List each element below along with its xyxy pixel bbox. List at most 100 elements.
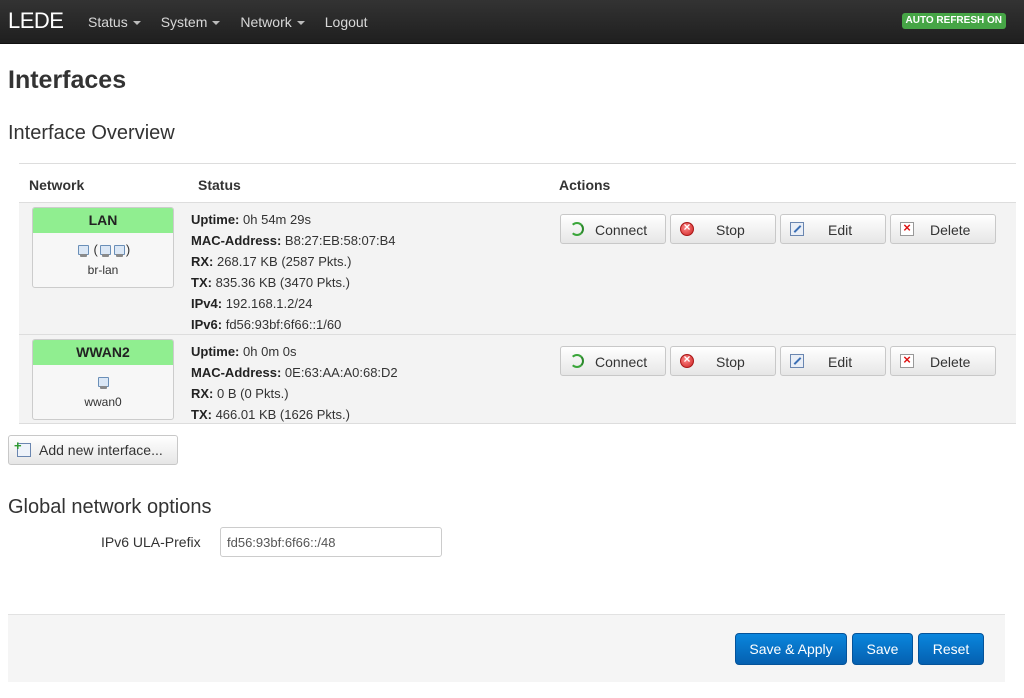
status-label: TX:	[191, 407, 212, 422]
status-value: 268.17 KB (2587 Pkts.)	[217, 254, 352, 269]
status-value: 0h 0m 0s	[243, 344, 297, 359]
row-actions: Connect Stop Edit Delete	[560, 346, 1000, 376]
status-line: TX: 466.01 KB (1626 Pkts.)	[191, 404, 398, 425]
table-row: LAN () br-lan Uptime: 0h 54m 29s MAC-Add…	[19, 203, 1016, 335]
network-name: WWAN2	[33, 340, 173, 365]
delete-icon	[900, 352, 914, 368]
status-label: IPv4:	[191, 296, 223, 311]
menu-network[interactable]: Network	[230, 0, 314, 44]
interface-overview-title: Interface Overview	[8, 122, 175, 144]
status-line: IPv6: fd56:93bf:6f66::1/60	[191, 314, 396, 335]
ethernet-port-icon	[98, 244, 112, 258]
brand-logo[interactable]: LEDE	[8, 8, 64, 34]
interface-table: Network Status Actions LAN () br-lan Upt…	[19, 163, 1016, 424]
network-badge-wwan2: WWAN2 wwan0	[32, 339, 174, 420]
menu-system-label: System	[160, 14, 208, 30]
status-value: 0 B (0 Pkts.)	[217, 386, 289, 401]
device-name: br-lan	[87, 263, 119, 277]
save-apply-button[interactable]: Save & Apply	[735, 633, 847, 665]
stop-icon	[680, 220, 694, 236]
auto-refresh-toggle[interactable]: AUTO REFRESH ON	[901, 13, 1006, 29]
add-interface-label: Add new interface...	[39, 442, 163, 458]
status-label: TX:	[191, 275, 212, 290]
save-button[interactable]: Save	[852, 633, 913, 665]
stop-icon	[680, 352, 694, 368]
top-navbar: LEDE Status System Network Logout AUTO R…	[0, 0, 1024, 44]
reset-button[interactable]: Reset	[918, 633, 984, 665]
stop-label: Stop	[716, 354, 745, 370]
menu-status[interactable]: Status	[78, 0, 151, 44]
edit-label: Edit	[828, 222, 853, 238]
connect-button[interactable]: Connect	[560, 346, 666, 376]
status-line: MAC-Address: 0E:63:AA:A0:68:D2	[191, 362, 398, 383]
status-value: 466.01 KB (1626 Pkts.)	[215, 407, 350, 422]
bracket-close: )	[125, 242, 131, 257]
table-header: Network Status Actions	[19, 163, 1016, 203]
row-actions: Connect Stop Edit Delete	[560, 214, 1000, 244]
edit-button[interactable]: Edit	[780, 346, 886, 376]
status-value: B8:27:EB:58:07:B4	[284, 233, 396, 248]
menu-logout-label: Logout	[324, 14, 368, 30]
status-label: RX:	[191, 254, 214, 269]
connect-label: Connect	[595, 354, 648, 370]
stop-button[interactable]: Stop	[670, 214, 776, 244]
status-label: Uptime:	[191, 212, 240, 227]
add-interface-button[interactable]: Add new interface...	[8, 435, 178, 465]
delete-button[interactable]: Delete	[890, 346, 996, 376]
status-value: 0h 54m 29s	[243, 212, 311, 227]
menu-logout[interactable]: Logout	[315, 0, 378, 44]
status-label: Uptime:	[191, 344, 240, 359]
network-name: LAN	[33, 208, 173, 233]
table-row: WWAN2 wwan0 Uptime: 0h 0m 0s MAC-Address…	[19, 335, 1016, 424]
delete-button[interactable]: Delete	[890, 214, 996, 244]
device-icons: ()	[33, 242, 173, 258]
reload-icon	[570, 222, 584, 236]
interface-status: Uptime: 0h 54m 29s MAC-Address: B8:27:EB…	[191, 209, 396, 335]
status-line: TX: 835.36 KB (3470 Pkts.)	[191, 272, 396, 293]
header-actions: Actions	[559, 177, 611, 193]
reload-icon	[570, 354, 584, 368]
global-options-title: Global network options	[8, 496, 212, 518]
status-line: MAC-Address: B8:27:EB:58:07:B4	[191, 230, 396, 251]
device-name: wwan0	[84, 395, 122, 409]
status-label: MAC-Address:	[191, 233, 282, 248]
form-actions-bar: Save & Apply Save Reset	[8, 614, 1005, 682]
delete-label: Delete	[930, 222, 971, 238]
chevron-down-icon	[212, 21, 221, 26]
main-menu: Status System Network Logout	[78, 0, 378, 44]
ula-prefix-label: IPv6 ULA-Prefix	[101, 534, 201, 550]
delete-label: Delete	[930, 354, 971, 370]
ula-prefix-input[interactable]	[220, 527, 442, 557]
interface-status: Uptime: 0h 0m 0s MAC-Address: 0E:63:AA:A…	[191, 341, 398, 425]
status-label: IPv6:	[191, 317, 223, 332]
add-icon	[14, 438, 31, 457]
edit-icon	[790, 222, 804, 236]
stop-button[interactable]: Stop	[670, 346, 776, 376]
page-title: Interfaces	[8, 66, 127, 94]
status-line: IPv4: 192.168.1.2/24	[191, 293, 396, 314]
delete-icon	[900, 220, 914, 236]
network-badge-lan: LAN () br-lan	[32, 207, 174, 288]
status-line: RX: 0 B (0 Pkts.)	[191, 383, 398, 404]
edit-label: Edit	[828, 354, 853, 370]
stop-label: Stop	[716, 222, 745, 238]
status-value: 192.168.1.2/24	[225, 296, 313, 311]
chevron-down-icon	[132, 21, 141, 26]
status-line: Uptime: 0h 54m 29s	[191, 209, 396, 230]
header-network: Network	[29, 177, 85, 193]
status-line: Uptime: 0h 0m 0s	[191, 341, 398, 362]
device-icons	[33, 374, 173, 390]
menu-system[interactable]: System	[151, 0, 231, 44]
status-label: RX:	[191, 386, 214, 401]
ethernet-port-icon	[112, 244, 126, 258]
header-status: Status	[198, 177, 241, 193]
status-value: 0E:63:AA:A0:68:D2	[284, 365, 398, 380]
edit-button[interactable]: Edit	[780, 214, 886, 244]
ethernet-port-icon	[76, 244, 90, 258]
chevron-down-icon	[296, 21, 305, 26]
status-value: fd56:93bf:6f66::1/60	[225, 317, 342, 332]
connect-button[interactable]: Connect	[560, 214, 666, 244]
status-value: 835.36 KB (3470 Pkts.)	[215, 275, 350, 290]
ethernet-port-icon	[96, 376, 110, 390]
status-label: MAC-Address:	[191, 365, 282, 380]
